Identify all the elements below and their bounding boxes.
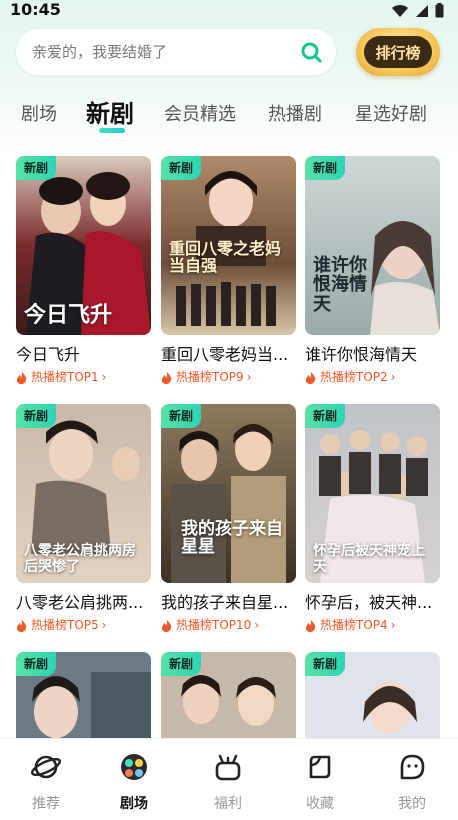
chevron-right-icon: ›: [390, 370, 396, 384]
battery-icon: [435, 3, 444, 18]
poster-title: 今日飞升: [24, 301, 113, 328]
new-badge: 新剧: [305, 156, 346, 180]
poster-title: 我的孩子来自星星: [181, 518, 283, 558]
nav-label: 剧场: [120, 796, 148, 812]
nav-profile[interactable]: 我的: [366, 739, 458, 820]
search-input[interactable]: [32, 29, 292, 75]
nav-welfare[interactable]: 福利: [182, 739, 274, 820]
drama-poster[interactable]: 新剧 我的孩子来自星星: [161, 404, 296, 583]
nav-label: 福利: [214, 796, 242, 812]
poster-title: 八零老公肩挑两房后哭惨了: [24, 543, 136, 575]
rank-link[interactable]: 热播榜TOP1 ›: [16, 369, 151, 385]
drama-card[interactable]: 新剧 谁许你恨海情天 谁许你恨海情天 热播榜TOP2 ›: [305, 156, 440, 385]
drama-card[interactable]: 新剧 怀孕后被天神宠上天 怀孕后，被天神... 热播榜TOP4 ›: [305, 404, 440, 633]
new-badge: 新剧: [161, 404, 202, 428]
new-badge: 新剧: [161, 156, 202, 180]
new-badge: 新剧: [16, 156, 57, 180]
rank-link[interactable]: 热播榜TOP10 ›: [161, 617, 296, 633]
wifi-icon: [392, 4, 408, 17]
tab-star-picks[interactable]: 星选好剧: [355, 100, 427, 126]
fire-icon: [16, 618, 27, 632]
drama-poster[interactable]: 新剧 怀孕后被天神宠上天: [305, 404, 440, 583]
drama-card[interactable]: 新剧 八零老公肩挑两房后哭惨了 八零老公肩挑两... 热播榜TOP5 ›: [16, 404, 151, 633]
planet-icon: [31, 755, 61, 779]
new-badge: 新剧: [305, 404, 346, 428]
new-badge: 新剧: [16, 652, 57, 676]
tab-theater[interactable]: 剧场: [21, 100, 57, 126]
profile-icon: [400, 754, 425, 780]
nav-label: 收藏: [306, 796, 334, 812]
chevron-right-icon: ›: [254, 618, 260, 632]
new-badge: 新剧: [305, 652, 346, 676]
rank-text: 热播榜TOP4: [320, 618, 388, 632]
drama-title[interactable]: 谁许你恨海情天: [305, 345, 440, 365]
fire-icon: [161, 370, 172, 384]
nav-label: 推荐: [32, 796, 60, 812]
status-bar: 10:45: [0, 0, 458, 22]
drama-poster[interactable]: 新剧 今日飞升: [16, 156, 151, 335]
drama-card[interactable]: 新剧 重回八零之老妈当自强 重回八零老妈当... 热播榜TOP9 ›: [161, 156, 296, 385]
nav-label: 我的: [398, 796, 426, 812]
drama-title[interactable]: 怀孕后，被天神...: [305, 593, 440, 613]
drama-card[interactable]: 新剧 我的孩子来自星星 我的孩子来自星... 热播榜TOP10 ›: [161, 404, 296, 633]
status-icons: [391, 3, 444, 18]
drama-grid: 新剧 今日飞升 今日飞升 热播榜TOP1 › 新剧 重回八零之老妈当自强 重回八…: [0, 150, 458, 738]
drama-poster[interactable]: 新剧 谁许你恨海情天: [305, 156, 440, 335]
drama-card[interactable]: 新剧: [161, 652, 296, 738]
nav-favorites[interactable]: 收藏: [274, 739, 366, 820]
rank-text: 热播榜TOP2: [320, 370, 388, 384]
rank-link[interactable]: 热播榜TOP2 ›: [305, 369, 440, 385]
nav-theater[interactable]: 剧场: [88, 739, 180, 820]
tab-vip-picks[interactable]: 会员精选: [164, 100, 236, 126]
category-tabs: 剧场 新剧 会员精选 热播剧 星选好剧: [0, 94, 458, 140]
drama-title[interactable]: 我的孩子来自星...: [161, 593, 296, 613]
poster-title: 重回八零之老妈当自强: [169, 238, 282, 276]
chevron-right-icon: ›: [246, 370, 252, 384]
drama-title[interactable]: 八零老公肩挑两...: [16, 593, 151, 613]
drama-title[interactable]: 重回八零老妈当...: [161, 345, 296, 365]
fire-icon: [161, 618, 172, 632]
chevron-right-icon: ›: [390, 618, 396, 632]
drama-card[interactable]: 新剧: [16, 652, 151, 738]
bottom-nav: 推荐 剧场 福利 收藏 我的: [0, 738, 458, 820]
rank-text: 热播榜TOP5: [31, 618, 99, 632]
drama-poster[interactable]: 新剧: [16, 652, 151, 738]
fire-icon: [16, 370, 27, 384]
bookmark-icon: [309, 755, 331, 779]
ranking-button[interactable]: 排行榜: [356, 28, 440, 76]
gift-icon: [215, 754, 241, 781]
chevron-right-icon: ›: [101, 370, 107, 384]
status-time: 10:45: [10, 0, 61, 19]
drama-card[interactable]: 新剧 今日飞升 今日飞升 热播榜TOP1 ›: [16, 156, 151, 385]
drama-card[interactable]: 新剧: [305, 652, 440, 738]
rank-text: 热播榜TOP9: [176, 370, 244, 384]
rank-text: 热播榜TOP1: [31, 370, 99, 384]
drama-title[interactable]: 今日飞升: [16, 345, 151, 365]
search-bar[interactable]: [16, 29, 336, 75]
search-icon[interactable]: [300, 41, 322, 63]
drama-poster[interactable]: 新剧: [161, 652, 296, 738]
nav-recommend[interactable]: 推荐: [0, 739, 92, 820]
drama-poster[interactable]: 新剧 重回八零之老妈当自强: [161, 156, 296, 335]
chevron-right-icon: ›: [101, 618, 107, 632]
rank-text: 热播榜TOP10: [176, 618, 252, 632]
new-badge: 新剧: [16, 404, 57, 428]
new-badge: 新剧: [161, 652, 202, 676]
theater-icon: [121, 754, 147, 780]
fire-icon: [305, 618, 316, 632]
drama-poster[interactable]: 新剧 八零老公肩挑两房后哭惨了: [16, 404, 151, 583]
signal-icon: [416, 4, 428, 17]
active-tab-indicator: [99, 128, 125, 133]
poster-title: 怀孕后被天神宠上天: [313, 543, 425, 575]
rank-link[interactable]: 热播榜TOP9 ›: [161, 369, 296, 385]
poster-title: 谁许你恨海情天: [313, 254, 367, 316]
tab-new-drama[interactable]: 新剧: [86, 94, 134, 129]
rank-link[interactable]: 热播榜TOP5 ›: [16, 617, 151, 633]
drama-poster[interactable]: 新剧: [305, 652, 440, 738]
tab-hot-dramas[interactable]: 热播剧: [268, 100, 322, 126]
rank-link[interactable]: 热播榜TOP4 ›: [305, 617, 440, 633]
ranking-button-label: 排行榜: [364, 36, 432, 68]
fire-icon: [305, 370, 316, 384]
